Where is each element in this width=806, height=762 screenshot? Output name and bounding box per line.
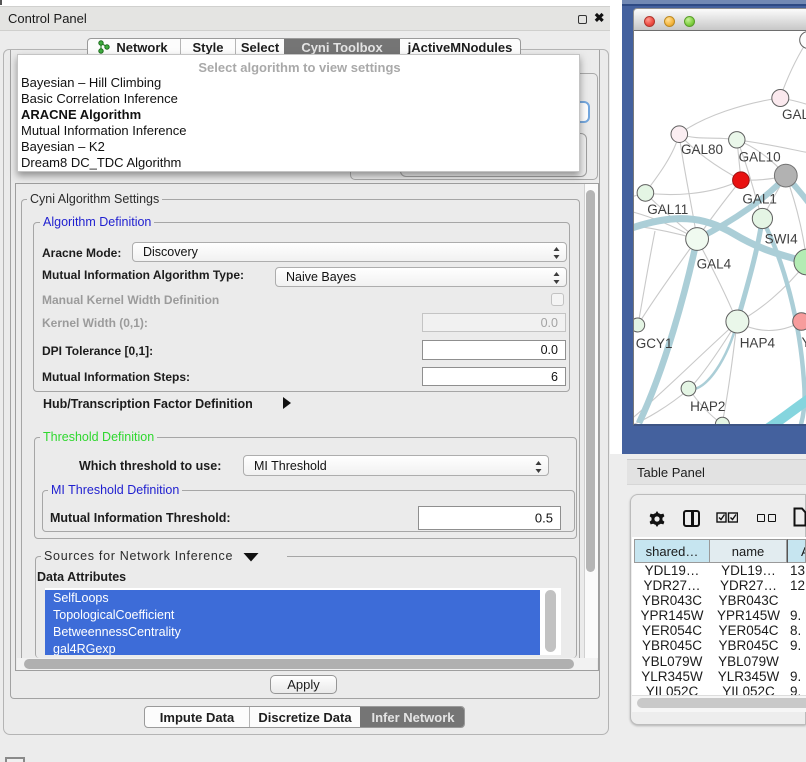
svg-text:GCY1: GCY1 [636, 336, 673, 351]
svg-text:GAL1: GAL1 [742, 192, 777, 207]
svg-text:HAP4: HAP4 [740, 336, 776, 351]
svg-text:GAL80: GAL80 [681, 142, 723, 157]
svg-text:GAL: GAL [782, 107, 806, 122]
svg-text:GAL4: GAL4 [697, 257, 732, 272]
svg-text:GAL11: GAL11 [647, 202, 688, 217]
svg-text:Y: Y [802, 335, 806, 350]
svg-text:SWI4: SWI4 [765, 232, 798, 247]
svg-text:HAP2: HAP2 [690, 399, 725, 414]
svg-text:GAL10: GAL10 [739, 150, 781, 165]
